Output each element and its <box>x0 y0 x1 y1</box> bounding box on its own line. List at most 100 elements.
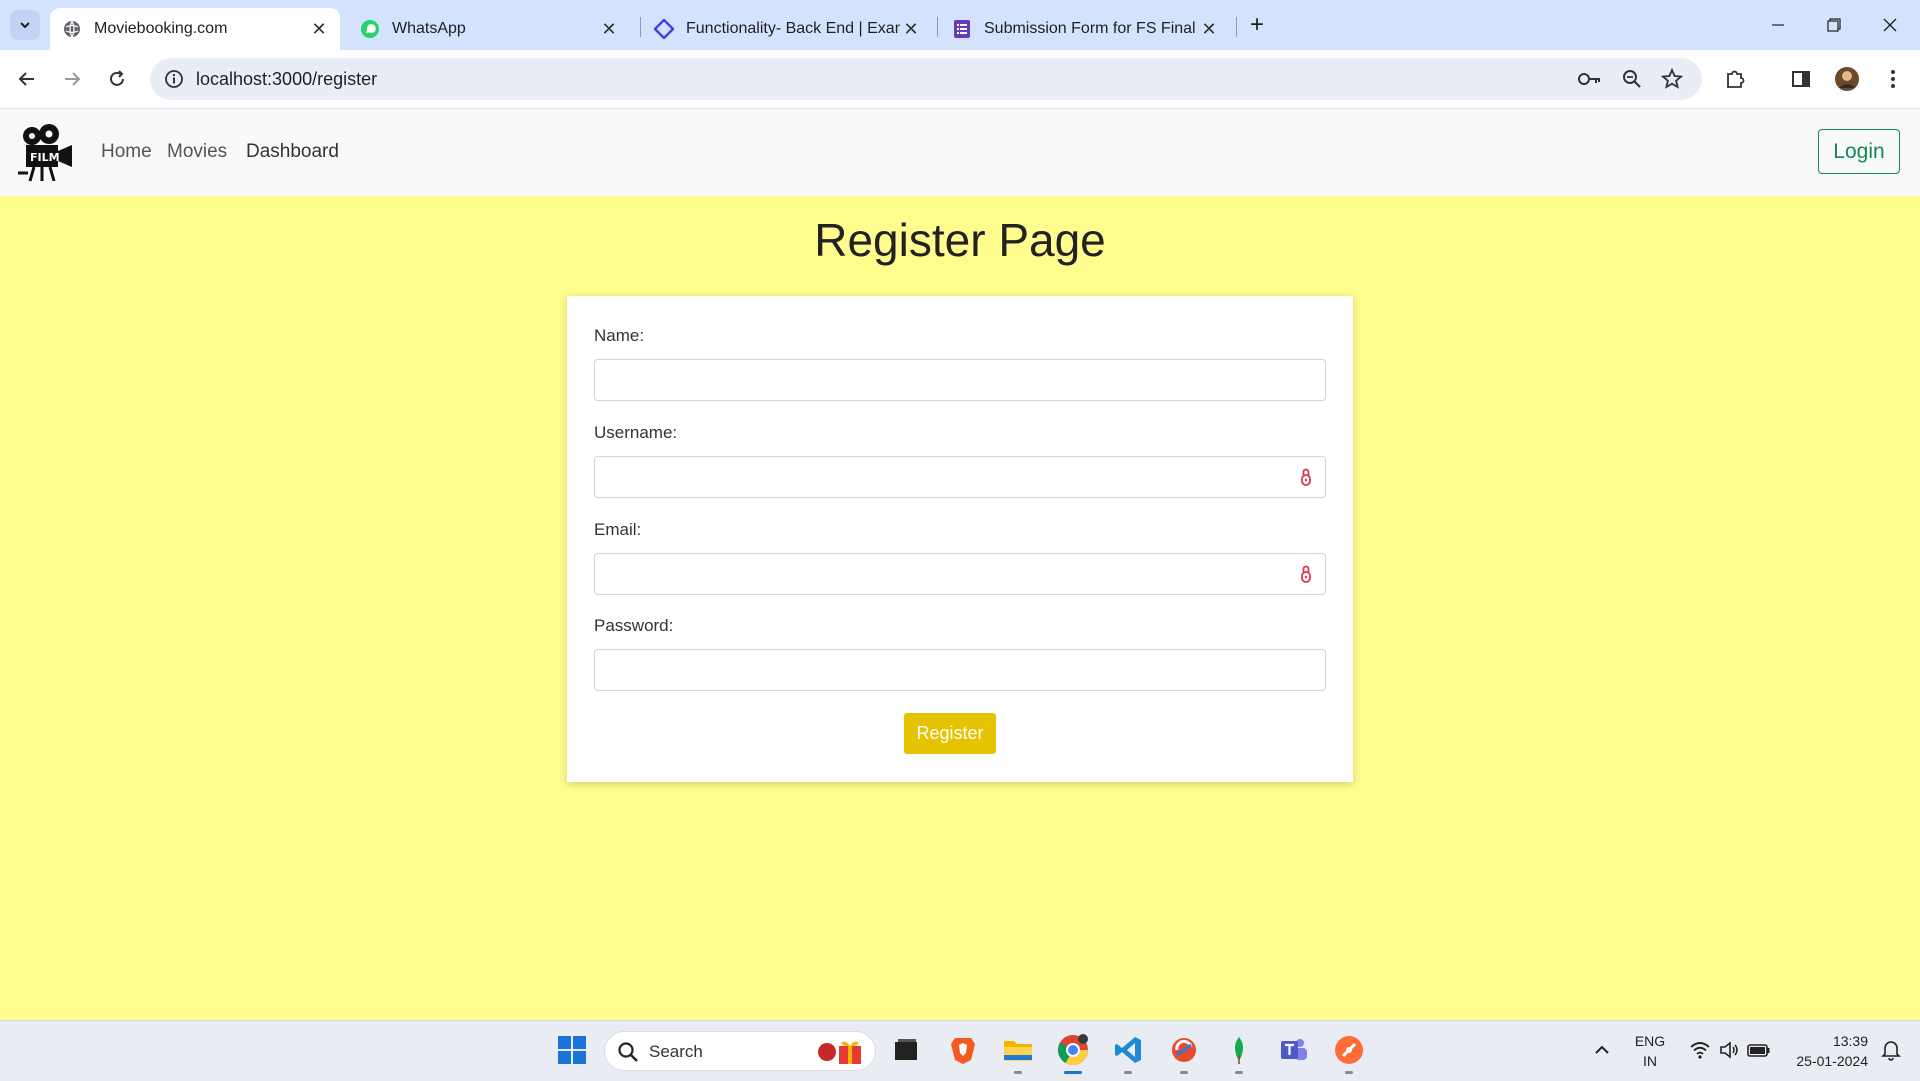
os-taskbar: Search ENG IN 13:39 25-01-2024 <box>0 1020 1920 1081</box>
wifi-icon <box>1690 1042 1710 1059</box>
chevron-up-icon <box>1595 1045 1609 1054</box>
email-label: Email: <box>594 520 642 539</box>
side-panel-icon <box>1792 71 1810 87</box>
task-view-icon <box>895 1039 917 1060</box>
vscode-icon <box>1115 1037 1141 1063</box>
brave-browser-icon <box>951 1038 975 1064</box>
menu-button[interactable] <box>1876 62 1910 96</box>
profile-avatar[interactable] <box>1830 62 1864 96</box>
register-button[interactable]: Register <box>904 713 996 754</box>
battery-icon <box>1747 1044 1770 1057</box>
browser-tab-strip: Moviebooking.com ✕ WhatsApp ✕ Functional… <box>0 0 1920 50</box>
close-tab-icon[interactable]: ✕ <box>308 18 330 40</box>
taskbar-mongodb[interactable] <box>1219 1030 1259 1074</box>
film-camera-icon: FILM <box>18 124 72 182</box>
reload-button[interactable] <box>100 62 134 96</box>
arrow-right-icon <box>65 72 81 86</box>
taskbar-chrome[interactable] <box>1053 1030 1093 1074</box>
taskbar-task-view[interactable] <box>886 1030 926 1070</box>
taskbar-vscode[interactable] <box>1108 1030 1148 1074</box>
zoom-icon[interactable] <box>1620 67 1644 91</box>
compass-icon <box>1335 1036 1363 1064</box>
clock-date[interactable]: 25-01-2024 <box>1782 1053 1868 1069</box>
clock-time[interactable]: 13:39 <box>1782 1033 1868 1049</box>
close-tab-icon[interactable]: ✕ <box>598 18 620 40</box>
notifications-button[interactable] <box>1874 1030 1908 1070</box>
taskbar-search[interactable]: Search <box>604 1031 876 1071</box>
nav-link-home[interactable]: Home <box>101 141 152 163</box>
password-input[interactable] <box>594 649 1326 691</box>
taskbar-teams[interactable] <box>1274 1030 1314 1070</box>
tab-title: WhatsApp <box>392 20 466 37</box>
taskbar-brave[interactable] <box>943 1030 983 1070</box>
diamond-code-icon <box>654 19 674 39</box>
running-indicator <box>1014 1071 1022 1074</box>
site-navbar: FILM Home Movies Dashboard Login <box>0 109 1920 196</box>
register-form: Name: Username: Email: Password: Registe… <box>567 296 1353 782</box>
minimize-button[interactable] <box>1750 0 1806 50</box>
brand-logo[interactable]: FILM <box>16 123 76 183</box>
forms-icon <box>952 19 972 39</box>
password-manager-icon[interactable] <box>1297 467 1315 487</box>
gift-icon <box>818 1041 861 1064</box>
running-indicator <box>1235 1071 1243 1074</box>
windows-logo-icon <box>558 1036 586 1064</box>
tab-functionality[interactable]: Functionality- Back End | Exam ✕ <box>642 8 932 50</box>
tray-status-icons[interactable] <box>1680 1030 1780 1070</box>
star-bookmark-icon[interactable] <box>1660 67 1684 91</box>
folder-icon <box>1004 1041 1032 1061</box>
restore-icon <box>1827 18 1841 32</box>
avatar-icon <box>1835 67 1859 91</box>
address-bar[interactable]: localhost:3000/register <box>150 58 1702 100</box>
site-info-icon[interactable] <box>164 69 184 89</box>
username-input[interactable] <box>594 456 1326 498</box>
username-label: Username: <box>594 423 678 442</box>
search-icon <box>618 1042 638 1062</box>
taskbar-file-explorer[interactable] <box>998 1030 1038 1074</box>
running-indicator <box>1180 1071 1188 1074</box>
tab-title: Submission Form for FS Final Ex <box>984 20 1198 37</box>
password-label: Password: <box>594 616 674 635</box>
close-icon <box>1883 18 1897 32</box>
start-button[interactable] <box>552 1030 592 1070</box>
extensions-button[interactable] <box>1718 62 1752 96</box>
volume-icon <box>1720 1041 1738 1059</box>
name-input[interactable] <box>594 359 1326 401</box>
chrome-icon <box>1057 1034 1088 1066</box>
close-tab-icon[interactable]: ✕ <box>1198 18 1220 40</box>
login-button[interactable]: Login <box>1818 129 1900 174</box>
new-tab-button[interactable]: + <box>1243 11 1271 39</box>
password-manager-icon[interactable] <box>1297 564 1315 584</box>
region-indicator[interactable]: IN <box>1628 1053 1672 1069</box>
key-icon[interactable] <box>1578 67 1602 91</box>
notification-bell-icon <box>1881 1041 1901 1061</box>
teams-icon <box>1281 1039 1307 1060</box>
nav-link-dashboard[interactable]: Dashboard <box>246 141 339 163</box>
page-title: Register Page <box>814 214 1106 266</box>
running-indicator <box>1345 1071 1353 1074</box>
more-vert-icon <box>1891 70 1895 88</box>
film-logo-text: FILM <box>30 151 60 164</box>
close-tab-icon[interactable]: ✕ <box>900 18 922 40</box>
language-indicator[interactable]: ENG <box>1628 1033 1672 1049</box>
side-panel-button[interactable] <box>1784 62 1818 96</box>
tab-moviebooking[interactable]: Moviebooking.com ✕ <box>50 8 340 50</box>
tab-title: Moviebooking.com <box>94 20 228 37</box>
back-button[interactable] <box>10 62 44 96</box>
running-indicator <box>1064 1071 1082 1074</box>
close-window-button[interactable] <box>1862 0 1918 50</box>
browser-toolbar: localhost:3000/register <box>0 50 1920 109</box>
forward-button[interactable] <box>55 62 89 96</box>
tab-submission-form[interactable]: Submission Form for FS Final Ex ✕ <box>940 8 1230 50</box>
nav-link-movies[interactable]: Movies <box>167 141 227 163</box>
tray-overflow-button[interactable] <box>1582 1030 1622 1070</box>
tab-search-button[interactable] <box>10 10 40 40</box>
globe-icon <box>62 19 82 39</box>
name-label: Name: <box>594 326 645 345</box>
taskbar-app-red[interactable] <box>1164 1030 1204 1074</box>
email-input[interactable] <box>594 553 1326 595</box>
leaf-icon <box>1235 1037 1243 1064</box>
restore-button[interactable] <box>1806 0 1862 50</box>
tab-whatsapp[interactable]: WhatsApp ✕ <box>348 8 630 50</box>
taskbar-app-orange[interactable] <box>1329 1030 1369 1074</box>
